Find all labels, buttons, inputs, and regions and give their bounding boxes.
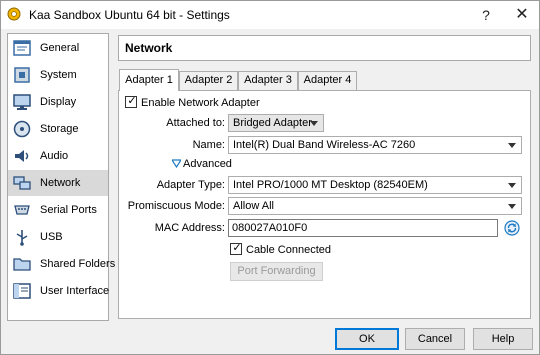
adapter-name-select[interactable]: Intel(R) Dual Band Wireless-AC 7260: [228, 136, 522, 154]
usb-icon: [16, 230, 28, 246]
sidebar-item-user-interface[interactable]: User Interface: [8, 278, 110, 304]
sidebar-item-storage[interactable]: Storage: [8, 116, 108, 142]
sidebar-item-system[interactable]: System: [8, 62, 108, 88]
sidebar-item-label: Shared Folders: [40, 258, 116, 270]
settings-window: Kaa Sandbox Ubuntu 64 bit - Settings ? ✕…: [0, 0, 540, 355]
tab-adapter-4[interactable]: Adapter 4: [298, 71, 357, 90]
window-title: Kaa Sandbox Ubuntu 64 bit - Settings: [29, 8, 230, 22]
serial-ports-icon: [14, 205, 30, 215]
expand-triangle-icon[interactable]: [172, 159, 181, 168]
sidebar-item-network[interactable]: Network: [8, 170, 108, 196]
mac-address-field[interactable]: 080027A010F0: [228, 219, 498, 237]
tab-adapter-2[interactable]: Adapter 2: [179, 71, 238, 90]
system-icon: [14, 67, 30, 83]
sidebar-item-usb[interactable]: USB: [8, 224, 108, 250]
sidebar-item-label: Audio: [40, 150, 69, 162]
title-bar: Kaa Sandbox Ubuntu 64 bit - Settings ? ✕: [1, 1, 539, 29]
sidebar-item-serial-ports[interactable]: Serial Ports: [8, 197, 108, 223]
port-forwarding-button[interactable]: Port Forwarding: [230, 262, 323, 281]
promiscuous-mode-label: Promiscuous Mode:: [127, 200, 225, 212]
close-window-button[interactable]: ✕: [503, 1, 540, 29]
adapter-type-label: Adapter Type:: [156, 179, 225, 191]
checkmark-icon: ✓: [127, 95, 137, 107]
enable-network-adapter-label: Enable Network Adapter: [141, 97, 260, 109]
cancel-button[interactable]: Cancel: [405, 328, 465, 350]
adapter-name-value: Intel(R) Dual Band Wireless-AC 7260: [233, 139, 416, 151]
chevron-down-icon: [508, 143, 516, 148]
sidebar-item-label: System: [40, 69, 77, 81]
tab-adapter-1[interactable]: Adapter 1: [119, 69, 179, 91]
chevron-down-icon: [508, 183, 516, 188]
sidebar-item-label: General: [40, 42, 80, 54]
adapter-type-value: Intel PRO/1000 MT Desktop (82540EM): [233, 179, 428, 191]
sidebar-item-label: Display: [40, 96, 77, 108]
cable-connected-label: Cable Connected: [246, 244, 332, 256]
display-icon: [13, 94, 31, 110]
chevron-down-icon: [310, 121, 318, 126]
adapter-type-select[interactable]: Intel PRO/1000 MT Desktop (82540EM): [228, 176, 522, 194]
sidebar-item-label: Storage: [40, 123, 79, 135]
sidebar-item-shared-folders[interactable]: Shared Folders: [8, 251, 115, 277]
promiscuous-mode-select[interactable]: Allow All: [228, 197, 522, 215]
sidebar-item-label: Network: [40, 177, 81, 189]
sidebar-item-display[interactable]: Display: [8, 89, 108, 115]
checkmark-icon: ✓: [232, 242, 242, 254]
user-interface-icon: [13, 283, 31, 299]
cable-connected-checkbox[interactable]: ✓: [230, 242, 242, 255]
settings-sidebar: General System Display Storage Audio Net…: [7, 33, 115, 321]
enable-network-adapter-checkbox[interactable]: ✓: [125, 95, 137, 108]
help-title-button[interactable]: ?: [467, 1, 505, 29]
chevron-down-icon: [508, 204, 516, 209]
attached-to-value: Bridged Adapter: [233, 117, 312, 129]
mac-address-label: MAC Address:: [154, 222, 225, 234]
shared-folders-icon: [13, 258, 31, 271]
general-icon: [13, 40, 31, 56]
sidebar-item-label: USB: [40, 231, 63, 243]
page-title: Network: [125, 41, 173, 55]
section-header: Network: [118, 35, 531, 61]
ok-button[interactable]: OK: [335, 328, 399, 350]
advanced-toggle-label[interactable]: Advanced: [183, 158, 232, 170]
sidebar-item-label: Serial Ports: [40, 204, 97, 216]
name-label: Name:: [192, 139, 225, 151]
virtualbox-gear-icon: [7, 7, 21, 21]
promiscuous-mode-value: Allow All: [233, 200, 274, 212]
sidebar-item-audio[interactable]: Audio: [8, 143, 108, 169]
attached-to-label: Attached to:: [166, 117, 225, 129]
help-button[interactable]: Help: [473, 328, 533, 350]
tab-adapter-3[interactable]: Adapter 3: [238, 71, 298, 90]
storage-icon: [13, 120, 31, 138]
attached-to-select[interactable]: Bridged Adapter: [228, 114, 324, 132]
audio-icon: [15, 150, 29, 162]
mac-address-value: 080027A010F0: [232, 222, 308, 234]
sidebar-item-general[interactable]: General: [8, 35, 108, 61]
sidebar-item-label: User Interface: [40, 285, 110, 297]
refresh-mac-icon[interactable]: [504, 220, 520, 236]
network-icon: [13, 176, 31, 190]
